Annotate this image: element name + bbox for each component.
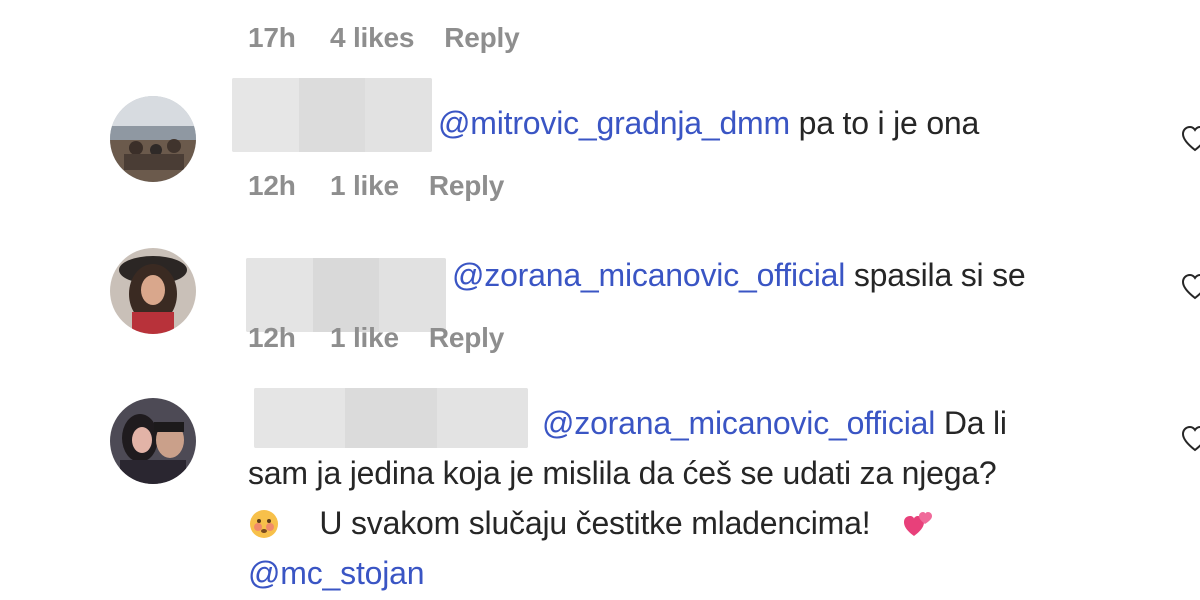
avatar-image	[110, 398, 196, 484]
comment-likes[interactable]: 1 like	[330, 170, 399, 202]
like-heart-icon[interactable]	[1180, 424, 1200, 454]
redacted-username	[246, 258, 446, 332]
reply-button[interactable]: Reply	[429, 170, 504, 202]
comment-body-first-line: @zorana_micanovic_official Da li	[542, 400, 1007, 446]
heart-outline-icon	[1181, 125, 1200, 152]
comment-meta-row: 12h 1 like Reply	[248, 170, 504, 202]
redacted-username	[232, 78, 432, 152]
heart-outline-icon	[1181, 273, 1200, 300]
comment-text: spasila si se	[853, 257, 1026, 293]
heart-outline-icon	[1181, 425, 1200, 452]
comment-likes[interactable]: 4 likes	[330, 22, 414, 54]
comment-likes[interactable]: 1 like	[330, 322, 399, 354]
comment-text: U svakom slučaju čestitke mladencima!	[319, 505, 871, 541]
avatar-image	[110, 96, 196, 182]
comment-time: 17h	[248, 22, 296, 53]
avatar[interactable]	[110, 398, 196, 484]
mention-link[interactable]: @mc_stojan	[248, 548, 997, 598]
comment-body-continued: sam ja jedina koja je mislila da ćeš se …	[248, 448, 997, 598]
comment-text-line: U svakom slučaju čestitke mladencima!	[248, 498, 997, 548]
avatar-image	[110, 248, 196, 334]
comment-text: Da li	[943, 405, 1007, 441]
comment-body: @zorana_micanovic_official spasila si se	[452, 252, 1026, 298]
comment-time: 12h	[248, 170, 296, 201]
comment-meta-row: 17h 4 likes Reply	[248, 22, 520, 54]
comment-text: pa to i je ona	[798, 105, 980, 141]
comment-meta-row: 12h 1 like Reply	[248, 322, 504, 354]
comment-body: @mitrovic_gradnja_dmm pa to i je ona	[438, 100, 979, 146]
reply-button[interactable]: Reply	[429, 322, 504, 354]
redacted-username	[254, 388, 528, 448]
comment-time: 12h	[248, 322, 296, 353]
like-heart-icon[interactable]	[1180, 124, 1200, 154]
mention-link[interactable]: @mitrovic_gradnja_dmm	[438, 105, 790, 141]
avatar[interactable]	[110, 96, 196, 182]
comment-text: sam ja jedina koja je mislila da ćeš se …	[248, 455, 997, 491]
like-heart-icon[interactable]	[1180, 272, 1200, 302]
mention-link[interactable]: @zorana_micanovic_official	[542, 405, 935, 441]
mention-link[interactable]: @zorana_micanovic_official	[452, 257, 845, 293]
two-hearts-emoji	[902, 508, 934, 540]
reply-button[interactable]: Reply	[444, 22, 519, 54]
avatar[interactable]	[110, 248, 196, 334]
flushed-face-emoji	[248, 508, 280, 540]
